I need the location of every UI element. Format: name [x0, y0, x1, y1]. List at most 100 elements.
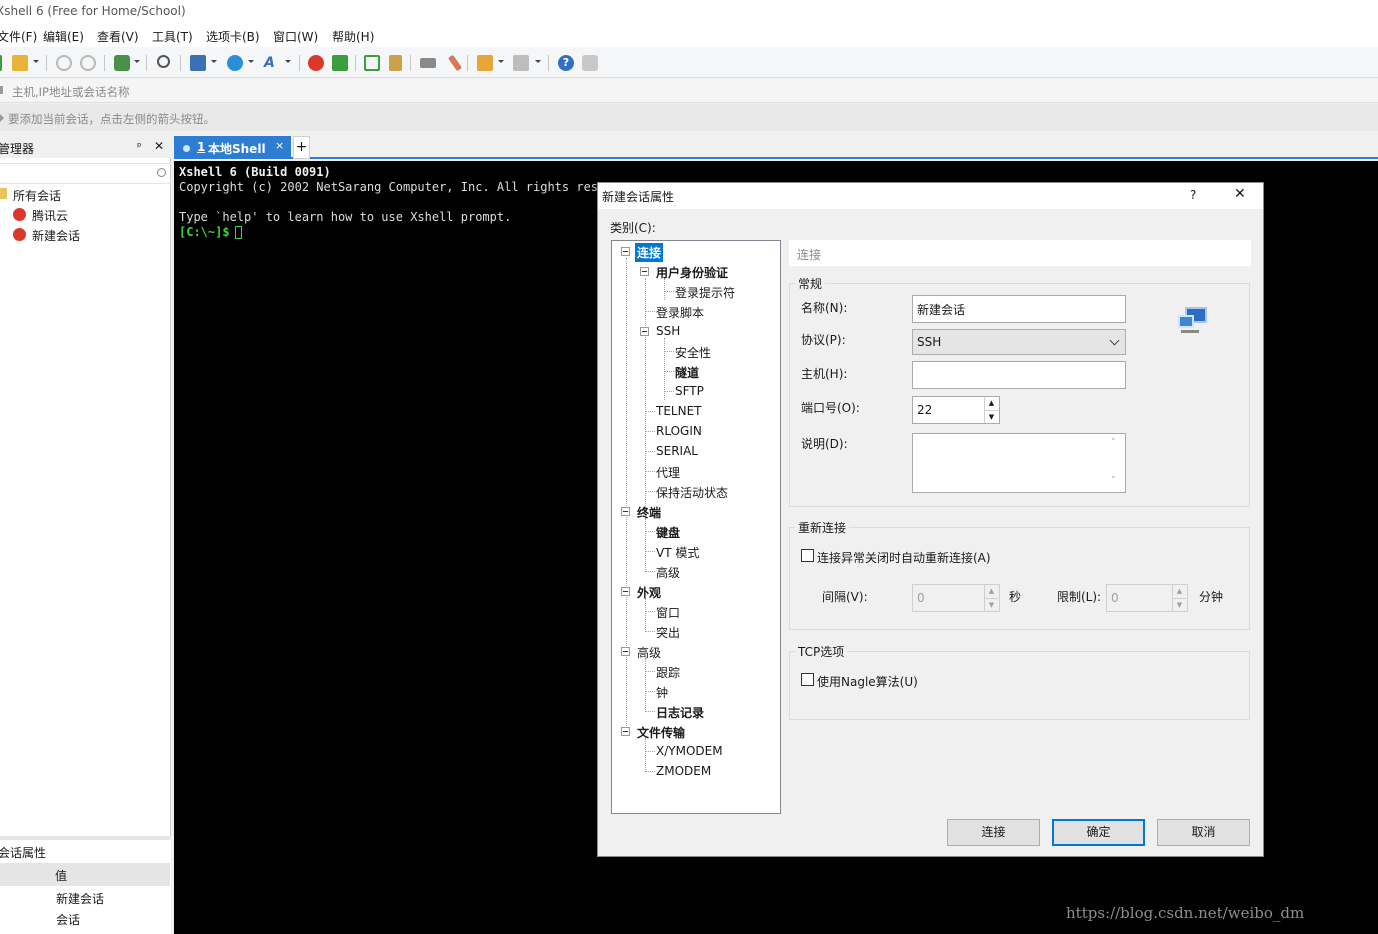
- protocol-select[interactable]: SSH: [912, 329, 1126, 355]
- transfer-icon[interactable]: [190, 55, 206, 71]
- spin-up-icon[interactable]: ▲: [1172, 585, 1186, 598]
- keyboard-icon[interactable]: [420, 58, 436, 68]
- layout-icon[interactable]: [513, 55, 529, 71]
- tree-item-zmodem[interactable]: ZMODEM: [656, 764, 711, 778]
- menu-edit[interactable]: 编辑(E): [43, 28, 84, 45]
- disconnect-icon[interactable]: [80, 55, 96, 71]
- chat-icon[interactable]: [582, 55, 598, 71]
- tree-item-appearance[interactable]: 外观: [637, 584, 661, 601]
- xftp-alt-icon[interactable]: [332, 55, 348, 71]
- expander-icon[interactable]: [621, 507, 630, 516]
- auto-reconnect-checkbox[interactable]: [801, 549, 814, 562]
- menu-window[interactable]: 窗口(W): [273, 28, 318, 45]
- interval-stepper[interactable]: 0 ▲ ▼: [912, 584, 1000, 612]
- tree-item-vt-mode[interactable]: VT 模式: [656, 544, 699, 561]
- spin-up-icon[interactable]: ▲: [984, 397, 998, 410]
- arrow-icon[interactable]: [0, 114, 4, 122]
- expander-icon[interactable]: [621, 647, 630, 656]
- tree-item-sftp[interactable]: SFTP: [675, 384, 704, 398]
- limit-stepper[interactable]: 0 ▲ ▼: [1106, 584, 1188, 612]
- cancel-button[interactable]: 取消: [1157, 819, 1250, 846]
- lock-icon[interactable]: [389, 55, 402, 71]
- find-icon[interactable]: [157, 55, 170, 68]
- menu-tabs[interactable]: 选项卡(B): [206, 28, 260, 45]
- nagle-checkbox[interactable]: [801, 673, 814, 686]
- tree-item-keyboard[interactable]: 键盘: [656, 524, 680, 541]
- tree-item-tencent-cloud[interactable]: 腾讯云: [32, 207, 68, 224]
- open-folder-icon[interactable]: [12, 55, 28, 71]
- close-icon[interactable]: ✕: [154, 139, 164, 153]
- tree-item-proxy[interactable]: 代理: [656, 464, 680, 481]
- tree-item-file-transfer[interactable]: 文件传输: [637, 724, 685, 741]
- expander-icon[interactable]: [621, 587, 630, 596]
- tree-item-connection[interactable]: 连接: [633, 242, 665, 263]
- tree-item-xymodem[interactable]: X/YMODEM: [656, 744, 723, 758]
- session-search[interactable]: [0, 163, 171, 184]
- dialog-title: 新建会话属性: [602, 190, 675, 204]
- port-stepper[interactable]: 22 ▲ ▼: [912, 396, 1000, 424]
- xftp-icon[interactable]: [308, 55, 324, 71]
- close-icon[interactable]: ✕: [1234, 186, 1246, 202]
- pin-icon[interactable]: ᵖ: [137, 140, 142, 153]
- search-icon[interactable]: [157, 168, 166, 177]
- tab-local-shell[interactable]: 1 本地Shell ×: [174, 136, 291, 159]
- connect-button[interactable]: 连接: [947, 819, 1040, 846]
- auto-reconnect-label[interactable]: 连接异常关闭时自动重新连接(A): [817, 549, 991, 566]
- connect-icon[interactable]: [56, 55, 72, 71]
- tree-item-logging[interactable]: 日志记录: [656, 704, 704, 721]
- tree-item-window[interactable]: 窗口: [656, 604, 680, 621]
- tree-item-telnet[interactable]: TELNET: [656, 404, 702, 418]
- name-field[interactable]: 新建会话: [912, 295, 1126, 323]
- tree-item-new-session[interactable]: 新建会话: [32, 227, 80, 244]
- ok-button[interactable]: 确定: [1052, 819, 1145, 846]
- expander-icon[interactable]: [621, 247, 630, 256]
- tree-item-tunnel[interactable]: 隧道: [675, 364, 699, 381]
- tree-item-login-script[interactable]: 登录脚本: [656, 304, 704, 321]
- tree-item-serial[interactable]: SERIAL: [656, 444, 698, 458]
- address-bar[interactable]: 主机,IP地址或会话名称: [0, 79, 1378, 103]
- tree-item-bell[interactable]: 钟: [656, 684, 668, 701]
- spin-down-icon[interactable]: ▼: [1172, 598, 1186, 611]
- tab-close-icon[interactable]: ×: [275, 139, 284, 152]
- new-session-icon[interactable]: [0, 55, 2, 71]
- tree-item-terminal-advanced[interactable]: 高级: [656, 564, 680, 581]
- tree-item-trace[interactable]: 跟踪: [656, 664, 680, 681]
- scroll-up-icon[interactable]: ˄: [1111, 438, 1116, 448]
- host-field[interactable]: [912, 361, 1126, 389]
- tree-item-security[interactable]: 安全性: [675, 344, 711, 361]
- tree-item-login-prompt[interactable]: 登录提示符: [675, 284, 735, 301]
- globe-icon[interactable]: [227, 55, 243, 71]
- reconnect-icon[interactable]: [114, 55, 130, 71]
- add-tab-button[interactable]: +: [293, 136, 310, 159]
- spin-down-icon[interactable]: ▼: [984, 410, 998, 423]
- tree-item-rlogin[interactable]: RLOGIN: [656, 424, 702, 438]
- terminal-line: Xshell 6 (Build 0091): [179, 165, 331, 179]
- fullscreen-icon[interactable]: [364, 55, 380, 71]
- help-icon[interactable]: ?: [558, 55, 574, 71]
- tree-item-keep-alive[interactable]: 保持活动状态: [656, 484, 728, 501]
- description-field[interactable]: ˄ ˅: [912, 433, 1126, 493]
- menu-help[interactable]: 帮助(H): [332, 28, 374, 45]
- highlight-icon[interactable]: [447, 54, 463, 72]
- expander-icon[interactable]: [621, 727, 630, 736]
- spin-down-icon[interactable]: ▼: [984, 598, 998, 611]
- category-tree[interactable]: 连接 用户身份验证 登录提示符 登录脚本 SSH 安全性 隧道 SFTP TEL…: [611, 240, 781, 814]
- tree-item-user-auth[interactable]: 用户身份验证: [656, 264, 728, 281]
- menu-view[interactable]: 查看(V): [97, 28, 139, 45]
- spin-up-icon[interactable]: ▲: [984, 585, 998, 598]
- tree-item-all-sessions[interactable]: 所有会话: [13, 187, 61, 204]
- menu-tools[interactable]: 工具(T): [152, 28, 193, 45]
- compose-icon[interactable]: [477, 55, 493, 71]
- expander-icon[interactable]: [640, 327, 649, 336]
- expander-icon[interactable]: [640, 267, 649, 276]
- scroll-down-icon[interactable]: ˅: [1111, 476, 1116, 486]
- font-icon[interactable]: A: [264, 55, 280, 71]
- menu-file[interactable]: 文件(F): [0, 28, 37, 45]
- tree-item-highlight[interactable]: 突出: [656, 624, 680, 641]
- help-icon[interactable]: ?: [1190, 188, 1196, 202]
- tree-item-advanced[interactable]: 高级: [637, 644, 661, 661]
- tab-label: 本地Shell: [208, 142, 266, 156]
- tree-item-terminal[interactable]: 终端: [637, 504, 661, 521]
- nagle-label[interactable]: 使用Nagle算法(U): [817, 673, 918, 690]
- tree-item-ssh[interactable]: SSH: [656, 324, 680, 338]
